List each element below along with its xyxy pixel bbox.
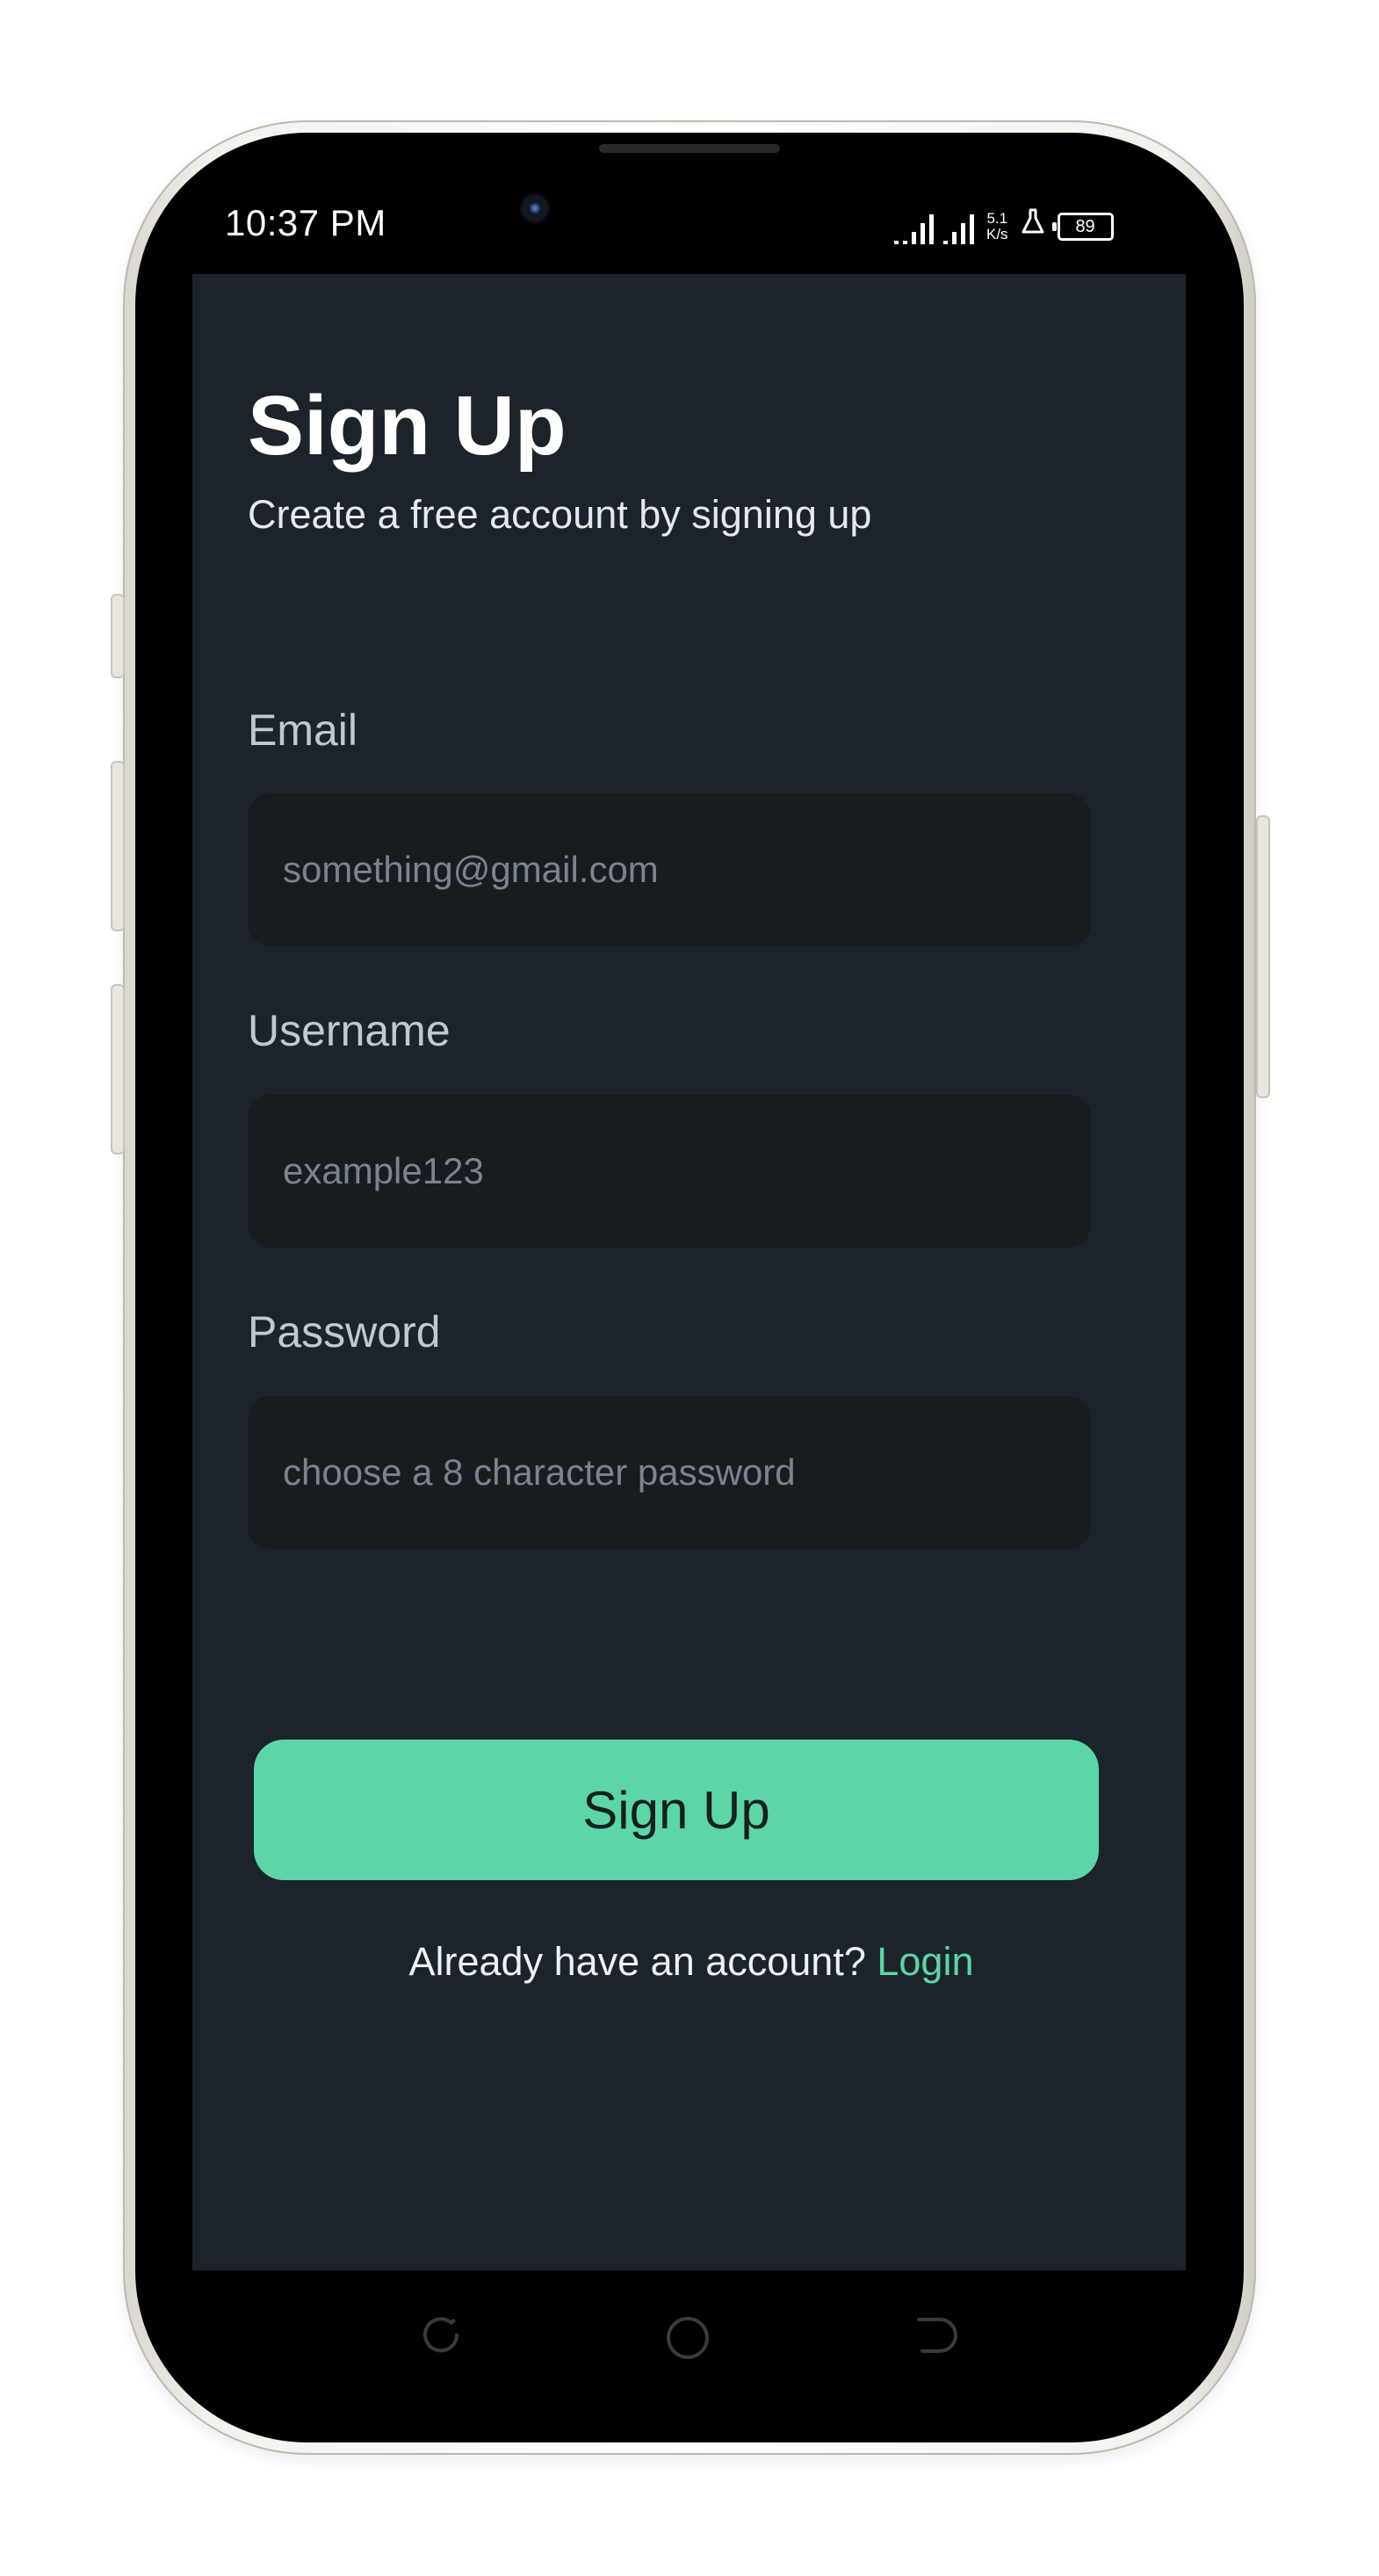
home-icon[interactable] <box>664 2314 711 2366</box>
power-button <box>1256 815 1270 1098</box>
username-label: Username <box>248 1006 451 1055</box>
battery-icon: 89 <box>1051 213 1114 241</box>
sign-up-button[interactable]: Sign Up <box>254 1740 1099 1880</box>
network-speed-value: 5.1 <box>986 210 1008 227</box>
status-icons: 5.1 K/s 89 <box>894 204 1114 244</box>
volume-up-button <box>111 594 125 678</box>
email-label: Email <box>248 706 358 755</box>
login-link[interactable]: Login <box>877 1939 973 1984</box>
earpiece-speaker <box>599 144 780 153</box>
recents-icon[interactable] <box>420 2314 462 2361</box>
password-field[interactable] <box>248 1396 1091 1549</box>
front-camera <box>522 195 548 221</box>
network-speed-unit: K/s <box>986 226 1008 242</box>
login-prompt: Already have an account? Login <box>192 1939 1190 1985</box>
login-prompt-text: Already have an account? <box>408 1939 866 1984</box>
back-icon[interactable] <box>915 2314 957 2361</box>
page-subtitle: Create a free account by signing up <box>248 492 872 537</box>
network-speed: 5.1 K/s <box>986 211 1008 242</box>
status-time: 10:37 PM <box>225 202 386 243</box>
flask-icon <box>1021 208 1045 241</box>
username-field[interactable] <box>248 1095 1091 1248</box>
volume-down-button <box>111 761 125 931</box>
app-screen: Sign Up Create a free account by signing… <box>192 274 1186 2270</box>
page-title: Sign Up <box>248 379 567 473</box>
signal-icon <box>894 211 974 244</box>
bixby-button <box>111 984 125 1154</box>
password-label: Password <box>248 1307 441 1357</box>
email-field[interactable] <box>248 793 1091 946</box>
